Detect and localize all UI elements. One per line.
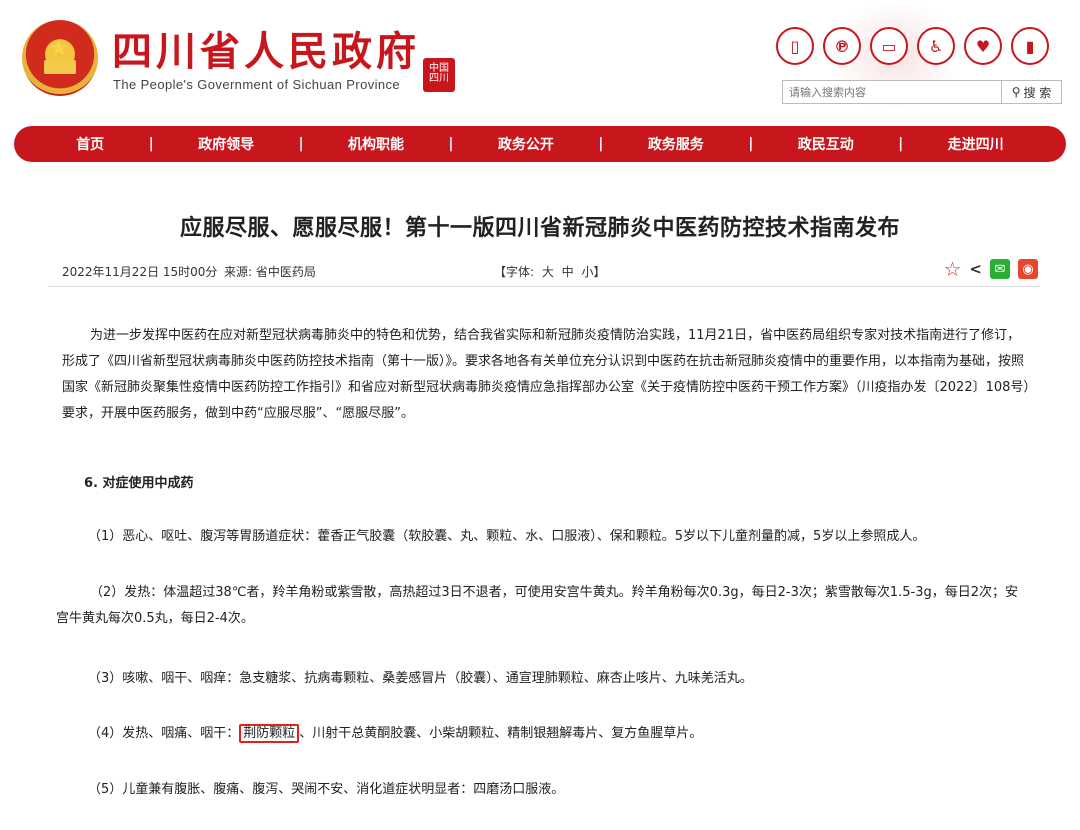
- search-button-label: 搜 索: [1023, 85, 1052, 100]
- article-title: 应服尽服、愿服尽服！第十一版四川省新冠肺炎中医药防控技术指南发布: [179, 216, 900, 241]
- list-item: （3）咳嗽、咽干、咽痒：急支糖浆、抗病毒颗粒、桑姜感冒片（胶囊）、通宣理肺颗粒、…: [88, 671, 753, 686]
- nav-item-leaders[interactable]: 政府领导: [198, 134, 254, 154]
- toolbar-icons: ▯ ℗ ▭ ♿ ♥ ▮: [776, 27, 1049, 67]
- nav-separator: |: [748, 136, 754, 152]
- exit-icon[interactable]: ▮: [1011, 27, 1049, 65]
- gate-icon: [44, 60, 76, 74]
- highlighted-medicine: 荆防颗粒: [239, 724, 300, 743]
- nav-item-interaction[interactable]: 政民互动: [798, 134, 854, 154]
- nav-item-services[interactable]: 政务服务: [648, 134, 704, 154]
- nav-separator: |: [898, 136, 904, 152]
- seal-logo: 中国 四川: [423, 58, 455, 92]
- elderly-icon[interactable]: ♥: [964, 27, 1002, 65]
- list-item: （5）儿童兼有腹胀、腹痛、腹泻、哭闹不安、消化道症状明显者：四磨汤口服液。: [88, 782, 565, 797]
- article-meta: 2022年11月22日 15时00分 来源: 省中医药局 【字体: 大 中 小】…: [48, 255, 1040, 287]
- article-source: 来源: 省中医药局: [224, 265, 316, 279]
- article-intro: 为进一步发挥中医药在应对新型冠状病毒肺炎中的特色和优势，结合我省实际和新冠肺炎疫…: [62, 328, 1030, 421]
- favorite-star-icon[interactable]: ☆: [943, 257, 961, 281]
- nav-separator: |: [298, 136, 304, 152]
- list-item: （2）发热：体温超过38℃者，羚羊角粉或紫雪散，高热超过3日不退者，可使用安宫牛…: [56, 585, 1019, 626]
- nav-item-about-sichuan[interactable]: 走进四川: [948, 134, 1004, 154]
- publish-date: 2022年11月22日 15时00分: [62, 265, 218, 279]
- item4-prefix: （4）发热、咽痛、咽干：: [88, 726, 240, 741]
- national-emblem-icon[interactable]: ★: [22, 20, 98, 96]
- star-icon: ★: [49, 36, 69, 61]
- font-size-control[interactable]: 【字体: 大 中 小】: [494, 263, 606, 280]
- list-item: （1）恶心、呕吐、腹泻等胃肠道症状：藿香正气胶囊（软胶囊、丸、颗粒、水、口服液）…: [88, 529, 926, 544]
- nav-item-gov-affairs[interactable]: 政务公开: [498, 134, 554, 154]
- nav-separator: |: [148, 136, 154, 152]
- site-header: ★ 四川省人民政府 The People's Government of Sic…: [0, 0, 1080, 125]
- nav-item-home[interactable]: 首页: [76, 134, 104, 154]
- weibo-icon[interactable]: ◉: [1018, 259, 1038, 279]
- search-input[interactable]: [783, 81, 1001, 103]
- list-item: （4）发热、咽痛、咽干： 荆防颗粒 、川射干总黄酮胶囊、小柴胡颗粒、精制银翘解毒片、…: [60, 721, 1030, 747]
- phone-icon[interactable]: ▯: [776, 27, 814, 65]
- pinterest-icon[interactable]: ℗: [823, 27, 861, 65]
- nav-separator: |: [448, 136, 454, 152]
- site-subtitle: The People's Government of Sichuan Provi…: [113, 77, 401, 92]
- search-icon: ⚲: [1011, 85, 1021, 99]
- accessibility-icon[interactable]: ♿: [917, 27, 955, 65]
- site-title[interactable]: 四川省人民政府: [112, 30, 420, 74]
- share-icon[interactable]: <: [969, 260, 982, 278]
- main-nav: 首页 | 政府领导 | 机构职能 | 政务公开 | 政务服务 | 政民互动 | …: [14, 126, 1066, 162]
- nav-separator: |: [598, 136, 604, 152]
- item4-suffix: 、川射干总黄酮胶囊、小柴胡颗粒、精制银翘解毒片、复方鱼腥草片。: [299, 726, 703, 741]
- search-button[interactable]: ⚲ 搜 索: [1001, 81, 1061, 103]
- share-bar: ☆ < ✉ ◉: [943, 257, 1038, 281]
- wechat-icon[interactable]: ✉: [990, 259, 1010, 279]
- search-box: ⚲ 搜 索: [782, 80, 1062, 104]
- message-icon[interactable]: ▭: [870, 27, 908, 65]
- section-heading: 6. 对症使用中成药: [84, 476, 194, 491]
- nav-item-agencies[interactable]: 机构职能: [348, 134, 404, 154]
